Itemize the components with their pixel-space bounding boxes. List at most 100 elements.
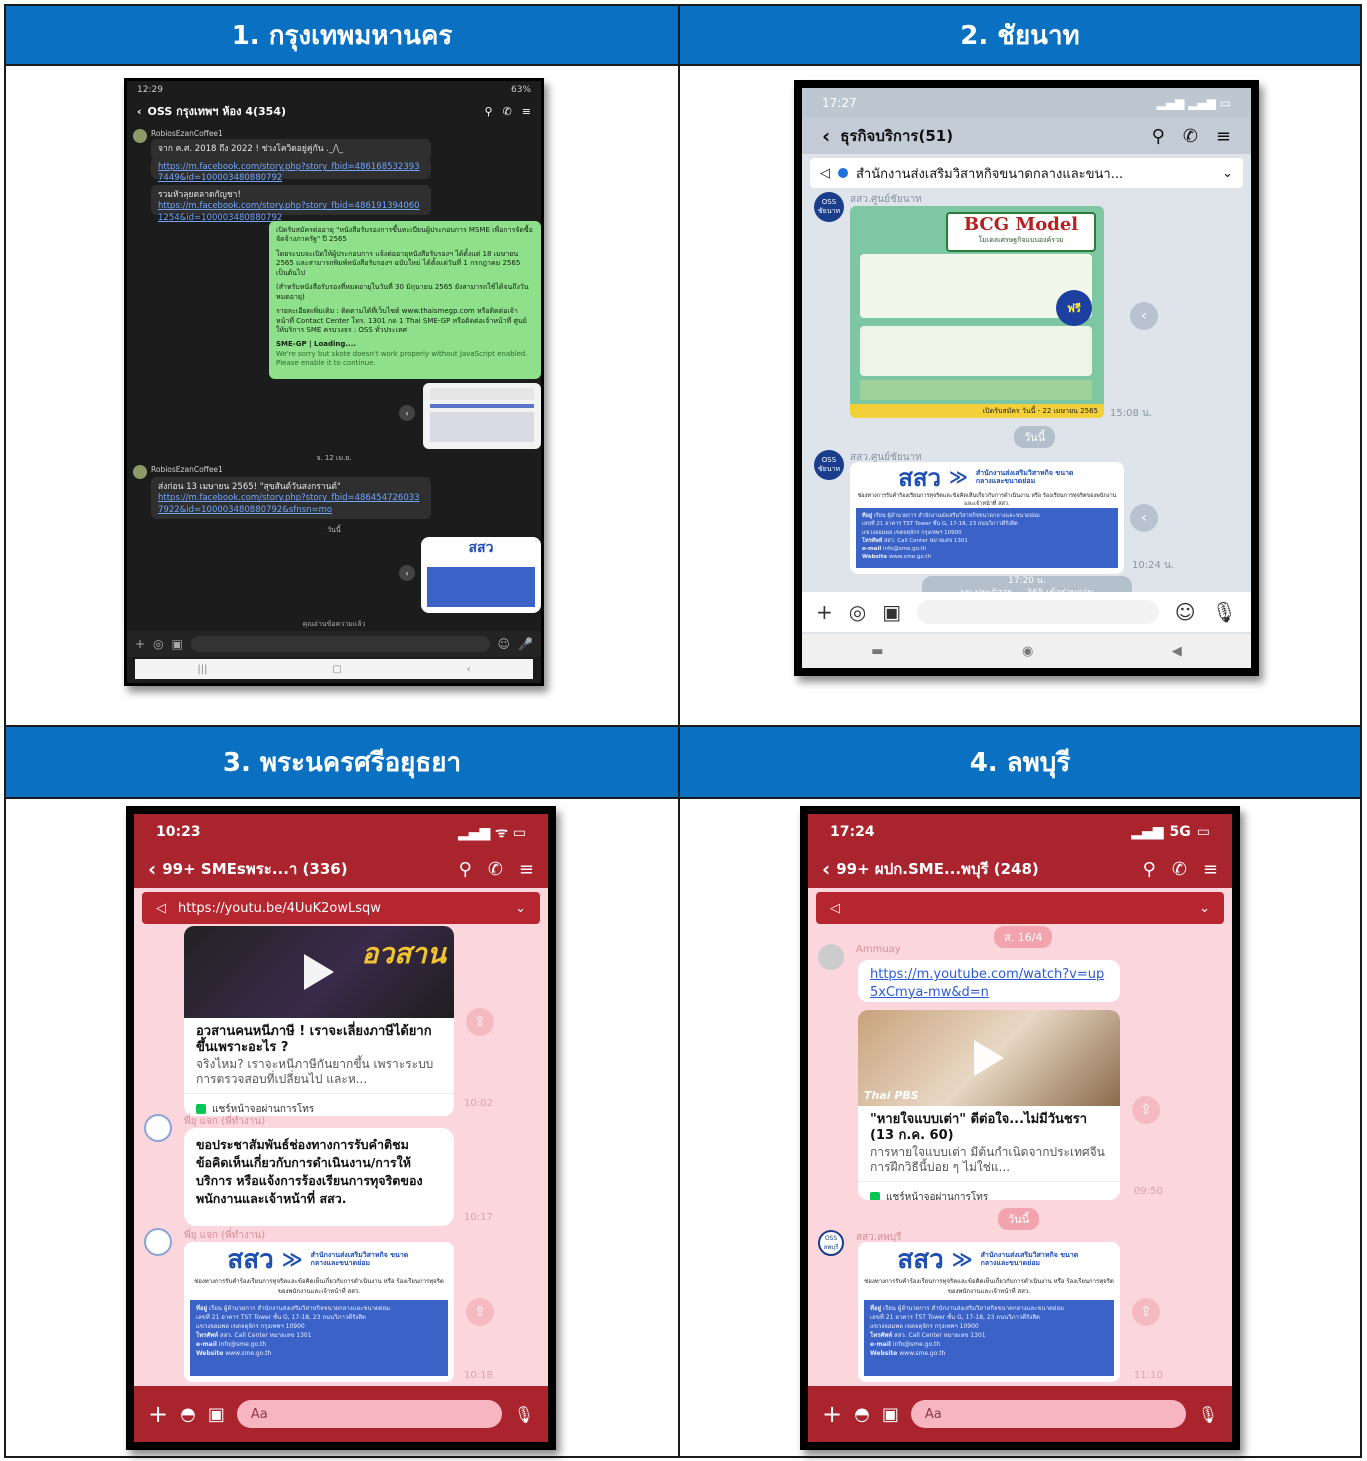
call-icon[interactable]: ✆ — [503, 105, 512, 118]
back-icon[interactable]: ‹ — [822, 857, 830, 881]
image-icon[interactable]: ▣ — [172, 637, 183, 651]
announcement-link[interactable]: https://youtu.be/4UuK2owLsqw — [178, 901, 503, 916]
chevron-down-icon[interactable]: ⌄ — [515, 901, 526, 916]
date-divider: วันนี้ — [327, 526, 341, 534]
plus-icon[interactable]: + — [822, 1400, 842, 1428]
camera-icon[interactable]: ◎ — [849, 600, 866, 624]
menu-icon[interactable]: ≡ — [522, 105, 531, 118]
video-thumbnail[interactable]: อวสาน — [184, 926, 454, 1018]
timestamp: 10:24 น. — [1132, 560, 1175, 571]
home-icon[interactable]: ▢ — [332, 664, 341, 675]
chat-header: ‹ ธุรกิจบริการ(51) ⚲ ✆ ≡ — [802, 118, 1251, 154]
youtube-preview-card[interactable]: Thai PBS "หายใจแบบเต่า" ดีต่อใจ...ไม่มีว… — [858, 1010, 1120, 1200]
mic-icon[interactable]: 🎤 — [518, 637, 533, 651]
image-icon[interactable]: ▣ — [882, 1404, 899, 1425]
avatar[interactable] — [133, 465, 147, 479]
sme-contact-image[interactable]: สสว ≫ สำนักงานส่งเสริมวิสาหกิจ ขนาดกลางแ… — [184, 1242, 454, 1382]
search-icon[interactable]: ⚲ — [459, 859, 472, 880]
youtube-link[interactable]: https://m.youtube.com/watch?v=up5xCmya-m… — [870, 966, 1108, 1001]
back-icon[interactable]: ‹ — [137, 105, 142, 118]
menu-icon[interactable]: ≡ — [519, 859, 534, 880]
search-icon[interactable]: ⚲ — [1152, 126, 1165, 147]
avatar[interactable] — [144, 1228, 172, 1256]
message-list[interactable]: RobiosEzanCoffee1 จาก ค.ศ. 2018 ถึง 2022… — [127, 125, 541, 628]
mic-icon[interactable]: 🎙 — [1212, 600, 1237, 624]
share-icon[interactable]: ‹ — [399, 565, 415, 581]
back-icon[interactable]: ‹ — [822, 124, 830, 148]
avatar[interactable]: OSS ลพบุรี — [818, 1230, 844, 1256]
sticker-icon[interactable]: ◓ — [180, 1404, 196, 1425]
green-message-bubble[interactable]: เปิดรับสมัครต่ออายุ "หนังสือรับรองการขึ้… — [269, 221, 541, 379]
plus-icon[interactable]: + — [135, 637, 145, 651]
avatar[interactable]: OSS ชัยนาท — [814, 192, 844, 222]
plus-icon[interactable]: + — [816, 600, 833, 624]
share-icon[interactable]: ‹ — [1130, 302, 1158, 330]
recents-icon[interactable]: ||| — [197, 664, 207, 675]
emoji-icon[interactable]: ☺ — [1175, 600, 1196, 624]
chat-header: ‹ 99+ SMEsพระ...า (336) ⚲ ✆ ≡ — [134, 850, 548, 888]
avatar[interactable]: OSS ชัยนาท — [814, 450, 844, 480]
message-bubble[interactable]: ส่งก่อน 13 เมษายน 2565! "สุขสันต์วันสงกร… — [151, 477, 431, 519]
back-icon[interactable]: ‹ — [148, 857, 156, 881]
camera-icon[interactable]: ◎ — [153, 637, 163, 651]
bcg-poster-image[interactable]: BCG Model โมเดลเศรษฐกิจแบบองค์รวม ฟรี เป… — [850, 206, 1104, 418]
back-nav-icon[interactable]: ‹ — [467, 664, 471, 675]
message-input[interactable] — [190, 636, 490, 652]
signal-icon: ▂▄▆ ᯤ ▭ — [457, 824, 526, 841]
share-icon[interactable]: ⇪ — [466, 1298, 494, 1326]
sme-gp-image[interactable] — [423, 383, 541, 449]
share-icon[interactable]: ‹ — [1130, 504, 1158, 532]
message-input[interactable] — [917, 600, 1159, 624]
image-icon[interactable]: ▣ — [882, 600, 901, 624]
share-icon[interactable]: ⇪ — [1132, 1096, 1160, 1124]
share-icon[interactable]: ‹ — [399, 405, 415, 421]
menu-icon[interactable]: ≡ — [1216, 126, 1231, 147]
play-icon[interactable] — [974, 1040, 1004, 1076]
play-icon[interactable] — [304, 954, 334, 990]
chevron-down-icon[interactable]: ⌄ — [1199, 901, 1210, 916]
call-icon[interactable]: ✆ — [1183, 126, 1198, 147]
sme-contact-image[interactable]: สสว ≫ สำนักงานส่งเสริมวิสาหกิจ ขนาดกลางแ… — [850, 462, 1124, 574]
message-input[interactable]: Aa — [236, 1400, 502, 1428]
announcement-bar[interactable]: ◁ https://youtu.be/4UuK2owLsqw ⌄ — [142, 892, 540, 924]
link-bubble[interactable]: https://m.youtube.com/watch?v=up5xCmya-m… — [858, 960, 1120, 1002]
chevron-down-icon[interactable]: ⌄ — [1222, 166, 1233, 181]
image-icon[interactable]: ▣ — [208, 1404, 225, 1425]
announcement-bar[interactable]: ◁ ⌄ — [816, 892, 1224, 924]
sticker-icon[interactable]: ◓ — [854, 1404, 870, 1425]
share-screen-link[interactable]: แชร์หน้าจอผ่านการโทร — [858, 1180, 1120, 1200]
share-icon[interactable]: ⇪ — [1132, 1298, 1160, 1326]
share-icon[interactable]: ⇪ — [466, 1008, 494, 1036]
call-icon[interactable]: ✆ — [1172, 859, 1187, 880]
link-bubble[interactable]: https://m.facebook.com/story.php?story_f… — [151, 157, 431, 183]
text-message-bubble[interactable]: ขอประชาสัมพันธ์ช่องทางการรับคำติชม ข้อคิ… — [184, 1128, 454, 1226]
avatar[interactable] — [818, 944, 844, 970]
timestamp: 09:50 — [1134, 1186, 1163, 1197]
mic-icon[interactable]: 🎙 — [1198, 1405, 1218, 1424]
mic-icon[interactable]: 🎙 — [514, 1405, 534, 1424]
avatar[interactable] — [144, 1114, 172, 1142]
call-icon[interactable]: ✆ — [488, 859, 503, 880]
facebook-link[interactable]: https://m.facebook.com/story.php?story_f… — [158, 493, 424, 516]
search-icon[interactable]: ⚲ — [1143, 859, 1156, 880]
message-input[interactable]: Aa — [910, 1400, 1186, 1428]
video-thumbnail[interactable]: Thai PBS — [858, 1010, 1120, 1106]
home-icon[interactable]: ◉ — [1022, 644, 1033, 659]
facebook-link[interactable]: https://m.facebook.com/story.php?story_f… — [158, 162, 424, 185]
emoji-icon[interactable]: ☺ — [498, 637, 511, 651]
plus-icon[interactable]: + — [148, 1400, 168, 1428]
back-nav-icon[interactable]: ◀ — [1172, 644, 1182, 659]
menu-icon[interactable]: ≡ — [1203, 859, 1218, 880]
message-bubble[interactable]: รวมหัวลุยตลาดกัญชา! https://m.facebook.c… — [151, 185, 431, 223]
sme-contact-image[interactable]: สสว — [421, 537, 541, 613]
search-icon[interactable]: ⚲ — [485, 105, 493, 118]
status-time: 10:23 — [156, 824, 201, 840]
collage-grid: 1. กรุงเทพมหานคร 2. ชัยนาท 3. พระนครศรีอ… — [4, 4, 1362, 1458]
share-screen-link[interactable]: แชร์หน้าจอผ่านการโทร — [184, 1092, 454, 1117]
avatar[interactable] — [133, 129, 147, 143]
announcement-bar[interactable]: ◁ สำนักงานส่งเสริมวิสาหกิจขนาดกลางและขนา… — [810, 158, 1243, 188]
sender-name: พี่ยุ แจก (พี่ทำงาน) — [184, 1116, 266, 1127]
youtube-preview-card[interactable]: อวสาน อวสานคนหนีภาษี ! เราจะเลี่ยงภาษีได… — [184, 926, 454, 1116]
recents-icon[interactable]: ▬ — [871, 644, 883, 659]
sme-contact-image[interactable]: สสว ≫ สำนักงานส่งเสริมวิสาหกิจ ขนาดกลางแ… — [858, 1242, 1120, 1382]
